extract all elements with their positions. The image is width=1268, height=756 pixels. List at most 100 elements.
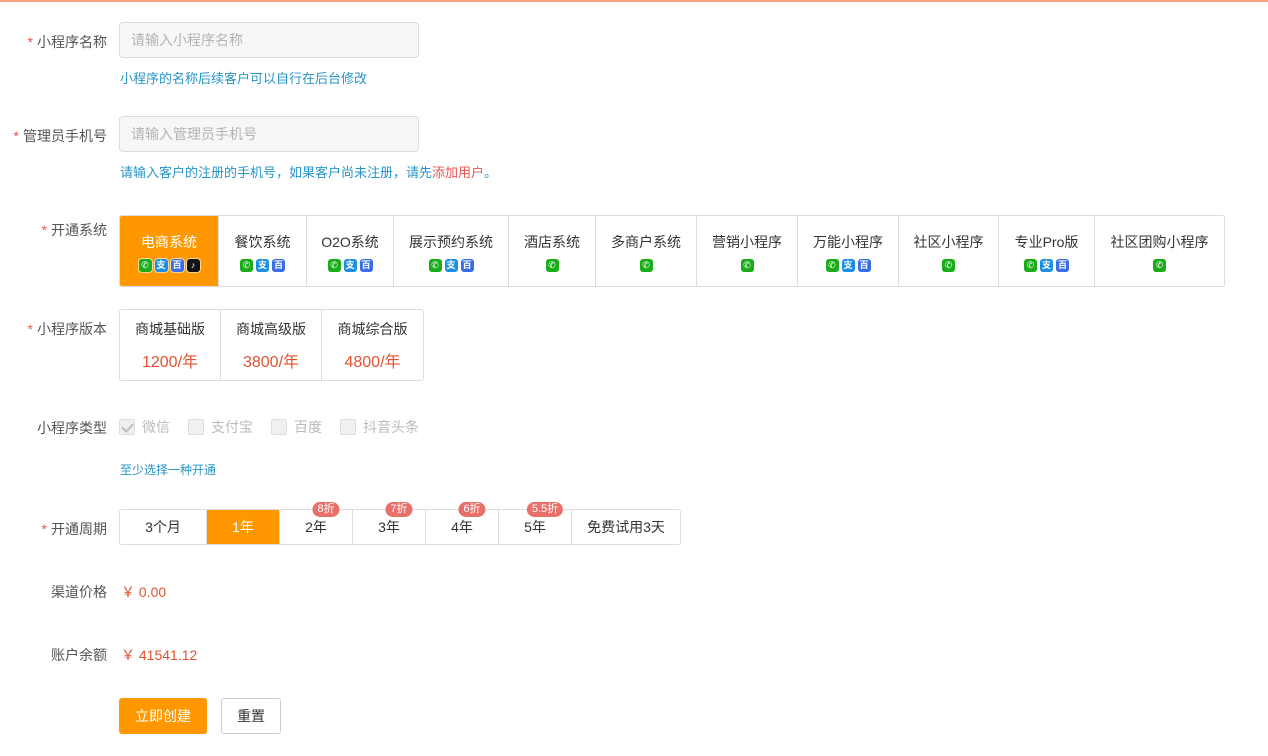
period-option-label: 3年 — [378, 519, 400, 535]
platform-icons: ✆ — [740, 258, 754, 272]
system-option[interactable]: 酒店系统 ✆ — [509, 216, 596, 286]
baidu-icon: 百 — [359, 258, 373, 272]
type-option[interactable]: 抖音头条 — [340, 417, 419, 437]
period-option-label: 5年 — [524, 519, 546, 535]
checkbox[interactable] — [188, 419, 204, 435]
system-option[interactable]: O2O系统 ✆ 支百 — [307, 216, 394, 286]
system-option-label: 万能小程序 — [813, 233, 883, 250]
system-option[interactable]: 餐饮系统 ✆ 支百 — [219, 216, 307, 286]
platform-icons: ✆ 支百 — [1024, 258, 1069, 272]
wechat-icon: ✆ — [545, 258, 559, 272]
platform-icons: ✆ — [1153, 258, 1166, 272]
period-option-label: 免费试用3天 — [587, 519, 665, 535]
system-option[interactable]: 社区团购小程序 ✆ — [1095, 216, 1224, 286]
platform-icons: ✆ — [942, 258, 955, 272]
period-label: * 开通周期 — [41, 521, 107, 537]
system-selector: 电商系统 ✆ 支百 ♪ 餐饮系统 ✆ 支百 O2O系统 ✆ 支百展示预约系统 ✆ 支百酒店系统 ✆ 多商户… — [119, 215, 1225, 287]
platform-icons: ✆ 支百 — [428, 258, 474, 272]
version-option[interactable]: 商城高级版 3800/年 — [221, 310, 322, 380]
type-option[interactable]: 微信 — [119, 417, 170, 437]
phone-hint: 请输入客户的注册的手机号，如果客户尚未注册，请先添加用户。 — [120, 165, 498, 180]
discount-badge: 7折 — [385, 502, 413, 517]
period-option[interactable]: 1年 — [207, 510, 280, 544]
name-input[interactable] — [119, 22, 419, 58]
period-option[interactable]: 3年 7折 — [353, 502, 426, 544]
discount-badge: 5.5折 — [526, 502, 564, 517]
system-option-label: 多商户系统 — [611, 233, 681, 250]
system-option-label: 餐饮系统 — [234, 233, 291, 250]
baidu-icon: 百 — [272, 258, 285, 272]
alipay-icon: 支 — [1040, 258, 1053, 272]
alipay-icon: 支 — [154, 258, 168, 272]
baidu-icon: 百 — [857, 258, 871, 272]
system-option-label: 展示预约系统 — [409, 233, 493, 250]
version-option[interactable]: 商城综合版 4800/年 — [322, 310, 423, 380]
system-option[interactable]: 专业Pro版 ✆ 支百 — [999, 216, 1095, 286]
period-option-label: 3个月 — [145, 519, 181, 535]
wechat-icon: ✆ — [138, 258, 152, 272]
channel-price-label: 渠道价格 — [51, 584, 107, 600]
platform-icons: ✆ — [639, 258, 653, 272]
system-option[interactable]: 多商户系统 ✆ — [596, 216, 697, 286]
system-option[interactable]: 展示预约系统 ✆ 支百 — [394, 216, 509, 286]
checkbox[interactable] — [271, 419, 287, 435]
system-option[interactable]: 营销小程序 ✆ — [697, 216, 798, 286]
version-price: 4800/年 — [344, 353, 401, 371]
alipay-icon: 支 — [444, 258, 458, 272]
phone-label: * 管理员手机号 — [13, 128, 107, 144]
period-selector: 3个月 1年 2年 8折 3年 7折 4年 6折 5年 5.5折 免费试用3天 — [119, 502, 681, 545]
baidu-icon: 百 — [1056, 258, 1069, 272]
channel-price-value: ￥ 0.00 — [121, 584, 167, 600]
period-option[interactable]: 2年 8折 — [280, 502, 353, 544]
period-option[interactable]: 5年 5.5折 — [499, 502, 572, 544]
version-option[interactable]: 商城基础版 1200/年 — [120, 310, 221, 380]
wechat-icon: ✆ — [639, 258, 653, 272]
wechat-icon: ✆ — [240, 258, 253, 272]
version-name: 商城基础版 — [135, 320, 205, 337]
checkbox[interactable] — [340, 419, 356, 435]
wechat-icon: ✆ — [942, 258, 955, 272]
system-option[interactable]: 电商系统 ✆ 支百 ♪ — [120, 216, 219, 286]
discount-badge: 6折 — [458, 502, 486, 517]
reset-button[interactable]: 重置 — [221, 698, 281, 734]
system-option-label: 营销小程序 — [712, 233, 782, 250]
period-option[interactable]: 免费试用3天 — [572, 510, 680, 544]
checkbox[interactable] — [119, 419, 135, 435]
balance-label: 账户余额 — [51, 647, 107, 663]
type-checkbox-group: 微信 支付宝 百度 抖音头条 — [119, 417, 419, 437]
baidu-icon: 百 — [170, 258, 184, 272]
system-option[interactable]: 社区小程序 ✆ — [899, 216, 999, 286]
type-option-label: 百度 — [294, 419, 322, 435]
version-price: 1200/年 — [141, 353, 199, 371]
type-label: 小程序类型 — [37, 420, 107, 436]
system-option[interactable]: 万能小程序 ✆ 支百 — [798, 216, 899, 286]
wechat-icon: ✆ — [1153, 258, 1166, 272]
type-hint: 至少选择一种开通 — [120, 463, 217, 477]
platform-icons: ✆ — [545, 258, 559, 272]
system-option-label: 专业Pro版 — [1014, 233, 1079, 250]
period-option[interactable]: 3个月 — [120, 510, 207, 544]
period-option-label: 2年 — [305, 519, 327, 535]
type-option[interactable]: 支付宝 — [188, 417, 253, 437]
system-option-label: O2O系统 — [321, 233, 379, 250]
alipay-icon: 支 — [343, 258, 357, 272]
name-label: * 小程序名称 — [27, 34, 107, 50]
version-selector: 商城基础版 1200/年 商城高级版 3800/年 商城综合版 4800/年 — [119, 309, 424, 381]
wechat-icon: ✆ — [1024, 258, 1037, 272]
type-option-label: 支付宝 — [211, 419, 253, 435]
platform-icons: ✆ 支百 — [240, 258, 285, 272]
system-option-label: 酒店系统 — [524, 233, 580, 250]
platform-icons: ✆ 支百 — [825, 258, 871, 272]
alipay-icon: 支 — [841, 258, 855, 272]
period-option[interactable]: 4年 6折 — [426, 502, 499, 544]
create-button[interactable]: 立即创建 — [119, 698, 207, 734]
wechat-icon: ✆ — [327, 258, 341, 272]
system-label: * 开通系统 — [41, 222, 107, 238]
phone-input[interactable] — [119, 116, 419, 152]
type-option-label: 微信 — [142, 419, 170, 435]
add-user-link[interactable]: 添加用户 — [432, 165, 484, 180]
system-option-label: 社区团购小程序 — [1110, 233, 1209, 250]
version-price: 3800/年 — [242, 353, 300, 371]
type-option[interactable]: 百度 — [271, 417, 322, 437]
version-label: * 小程序版本 — [27, 321, 107, 337]
